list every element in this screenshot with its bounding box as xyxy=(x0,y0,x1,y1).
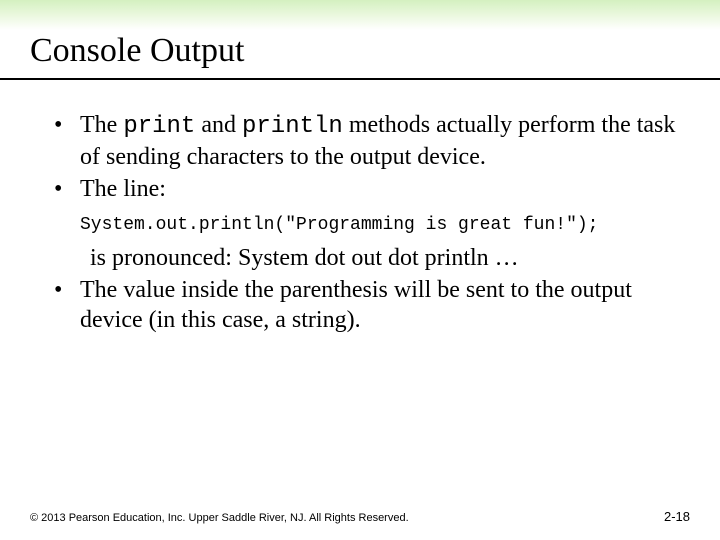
slide-content: • The print and println methods actually… xyxy=(54,110,690,337)
bullet-text: The line: xyxy=(80,174,690,204)
slide-title: Console Output xyxy=(30,32,244,70)
footer-copyright: © 2013 Pearson Education, Inc. Upper Sad… xyxy=(30,512,409,524)
bullet-text: The print and println methods actually p… xyxy=(80,110,690,172)
bullet-text: The value inside the parenthesis will be… xyxy=(80,275,690,335)
inline-code: println xyxy=(242,113,343,140)
bullet-item: • The print and println methods actually… xyxy=(54,110,690,172)
bullet-item: • The value inside the parenthesis will … xyxy=(54,275,690,335)
inline-code: print xyxy=(123,113,195,140)
continuation-text: is pronounced: System dot out dot printl… xyxy=(90,243,690,273)
bullet-mark: • xyxy=(54,110,80,172)
code-line: System.out.println("Programming is great… xyxy=(80,214,690,237)
bullet-mark: • xyxy=(54,174,80,204)
title-underline xyxy=(0,78,720,80)
text-fragment: and xyxy=(195,112,242,138)
slide-number: 2-18 xyxy=(664,509,690,524)
top-gradient xyxy=(0,0,720,30)
bullet-item: • The line: xyxy=(54,174,690,204)
text-fragment: The xyxy=(80,112,123,138)
bullet-mark: • xyxy=(54,275,80,335)
